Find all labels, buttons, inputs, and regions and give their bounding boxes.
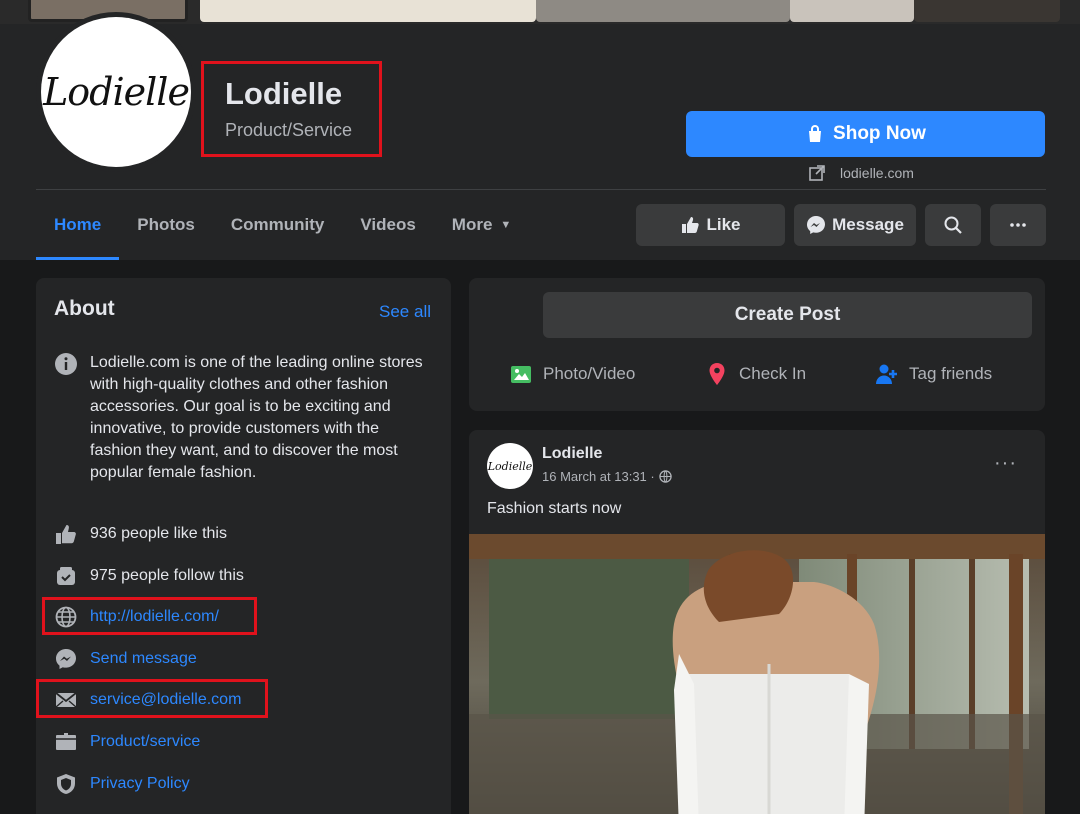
privacy-policy-link[interactable]: Privacy Policy [90, 775, 190, 793]
email-row: service@lodielle.com [54, 688, 241, 712]
like-label: Like [706, 215, 741, 234]
about-heading: About [54, 297, 115, 320]
send-message-link[interactable]: Send message [90, 650, 197, 668]
post-more-options[interactable]: ··· [994, 452, 1017, 475]
location-pin-icon [709, 363, 725, 385]
email-link[interactable]: service@lodielle.com [90, 691, 241, 709]
post-timestamp[interactable]: 16 March at 13:31 · [542, 469, 655, 484]
cover-photo-frame [914, 0, 1060, 22]
privacy-row: Privacy Policy [54, 772, 190, 796]
post-author-name[interactable]: Lodielle [542, 445, 602, 463]
page-avatar[interactable]: Lodielle [41, 17, 191, 167]
messenger-icon [54, 647, 78, 671]
photo-video-label: Photo/Video [543, 364, 636, 383]
shopping-bag-icon [809, 125, 822, 142]
shop-now-label: Shop Now [833, 123, 926, 144]
like-icon [54, 522, 78, 546]
post-card: Lodielle Lodielle 16 March at 13:31 · ··… [469, 430, 1045, 814]
search-icon [944, 216, 962, 234]
like-button[interactable]: Like [636, 204, 785, 246]
globe-icon [54, 605, 78, 629]
envelope-icon [54, 688, 78, 712]
page-title[interactable]: Lodielle [225, 76, 342, 112]
check-in-button[interactable]: Check In [705, 362, 806, 386]
post-text: Fashion starts now [487, 500, 622, 517]
post-avatar-logo: Lodielle [487, 459, 533, 473]
website-link[interactable]: lodielle.com [808, 164, 914, 182]
tab-photos[interactable]: Photos [119, 190, 213, 260]
photo-icon [511, 366, 531, 383]
create-post-card: Create Post Photo/Video Check In Tag fri… [469, 278, 1045, 411]
photo-video-button[interactable]: Photo/Video [509, 362, 635, 386]
about-description: Lodielle.com is one of the leading onlin… [90, 354, 423, 481]
about-description-row: Lodielle.com is one of the leading onlin… [54, 352, 434, 484]
see-all-link[interactable]: See all [379, 302, 431, 322]
more-options-button[interactable] [990, 204, 1046, 246]
message-button[interactable]: Message [794, 204, 916, 246]
create-post-button[interactable]: Create Post [543, 292, 1032, 338]
tag-friends-icon [876, 364, 897, 384]
message-label: Message [832, 215, 904, 234]
search-button[interactable] [925, 204, 981, 246]
briefcase-icon [54, 730, 78, 754]
globe-icon [659, 470, 672, 483]
tab-more-label: More [451, 215, 493, 234]
about-card: About See all Lodielle.com is one of the… [36, 278, 451, 814]
follow-icon [54, 564, 78, 588]
tab-more[interactable]: More ▼ [434, 190, 530, 260]
category-row: Product/service [54, 730, 200, 754]
shop-now-button[interactable]: Shop Now [686, 111, 1045, 157]
website-url-link[interactable]: http://lodielle.com/ [90, 608, 219, 626]
tab-community[interactable]: Community [213, 190, 343, 260]
page-tabs: Home Photos Community Videos More ▼ [36, 190, 529, 260]
cover-photo-frame [536, 0, 790, 22]
info-icon [54, 352, 78, 376]
logo-text: Lodielle [43, 70, 190, 114]
cover-photo-frame [200, 0, 536, 22]
likes-row: 936 people like this [54, 522, 227, 546]
post-image[interactable] [469, 534, 1045, 814]
chevron-down-icon: ▼ [500, 219, 512, 231]
tag-friends-label: Tag friends [909, 364, 993, 383]
page-header: Lodielle Lodielle Product/Service Shop N… [0, 12, 1080, 260]
website-link-text: lodielle.com [840, 165, 914, 181]
cover-photo[interactable] [0, 0, 1080, 24]
messenger-icon [807, 216, 826, 234]
check-in-label: Check In [739, 364, 807, 383]
follows-row: 975 people follow this [54, 564, 244, 588]
post-author-avatar[interactable]: Lodielle [487, 443, 533, 489]
shield-icon [54, 772, 78, 796]
external-link-icon [809, 165, 825, 181]
tab-videos[interactable]: Videos [342, 190, 433, 260]
follows-count: 975 people follow this [90, 567, 244, 584]
tag-friends-button[interactable]: Tag friends [875, 362, 992, 386]
send-message-row: Send message [54, 647, 197, 671]
page-category: Product/Service [225, 120, 353, 140]
website-row: http://lodielle.com/ [54, 605, 219, 629]
cover-photo-frame [790, 0, 914, 22]
post-meta: 16 March at 13:31 · [542, 469, 672, 484]
more-icon [1010, 223, 1026, 227]
like-icon [682, 217, 700, 233]
tab-home[interactable]: Home [36, 190, 120, 260]
category-link[interactable]: Product/service [90, 733, 200, 751]
likes-count: 936 people like this [90, 525, 227, 542]
